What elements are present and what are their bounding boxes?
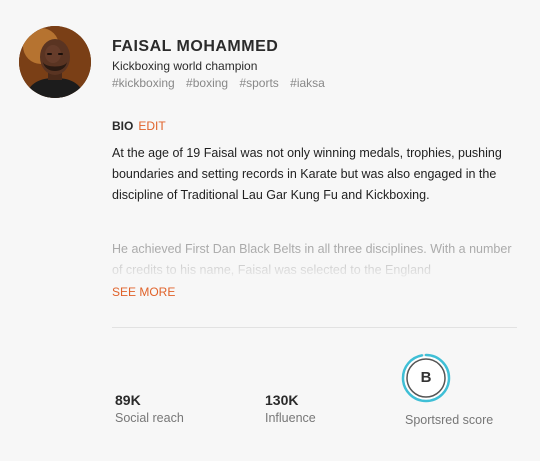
score-label: Sportsred score — [405, 413, 494, 427]
score-ring: B — [401, 353, 451, 403]
social-reach-label: Social reach — [115, 411, 184, 425]
profile-tags: #kickboxing #boxing #sports #iaksa — [112, 76, 512, 90]
profile-header: FAISAL MOHAMMED Kickboxing world champio… — [112, 38, 512, 90]
influence-label: Influence — [265, 411, 316, 425]
bio-text: At the age of 19 Faisal was not only win… — [112, 143, 512, 217]
bio-header: BIO EDIT — [112, 119, 166, 133]
avatar — [19, 26, 91, 98]
tag-sports[interactable]: #sports — [239, 76, 278, 90]
bio-paragraph-2: He achieved First Dan Black Belts in all… — [112, 242, 512, 277]
tag-iaksa[interactable]: #iaksa — [290, 76, 325, 90]
bio-paragraph-1: At the age of 19 Faisal was not only win… — [112, 146, 502, 202]
stat-influence: 130K Influence — [265, 392, 316, 426]
see-more-link[interactable]: SEE MORE — [112, 285, 175, 299]
profile-tagline: Kickboxing world champion — [112, 59, 258, 73]
avatar-photo — [19, 26, 91, 98]
influence-value: 130K — [265, 392, 299, 408]
stat-social-reach: 89K Social reach — [115, 392, 184, 426]
profile-name: FAISAL MOHAMMED — [112, 38, 279, 55]
divider — [112, 327, 517, 328]
social-reach-value: 89K — [115, 392, 141, 408]
bio-edit-button[interactable]: EDIT — [138, 119, 165, 133]
bio-label: BIO — [112, 119, 134, 133]
stat-score: Sportsred score — [405, 410, 493, 428]
tag-kickboxing[interactable]: #kickboxing — [112, 76, 175, 90]
tag-boxing[interactable]: #boxing — [186, 76, 228, 90]
score-grade: B — [420, 369, 432, 386]
